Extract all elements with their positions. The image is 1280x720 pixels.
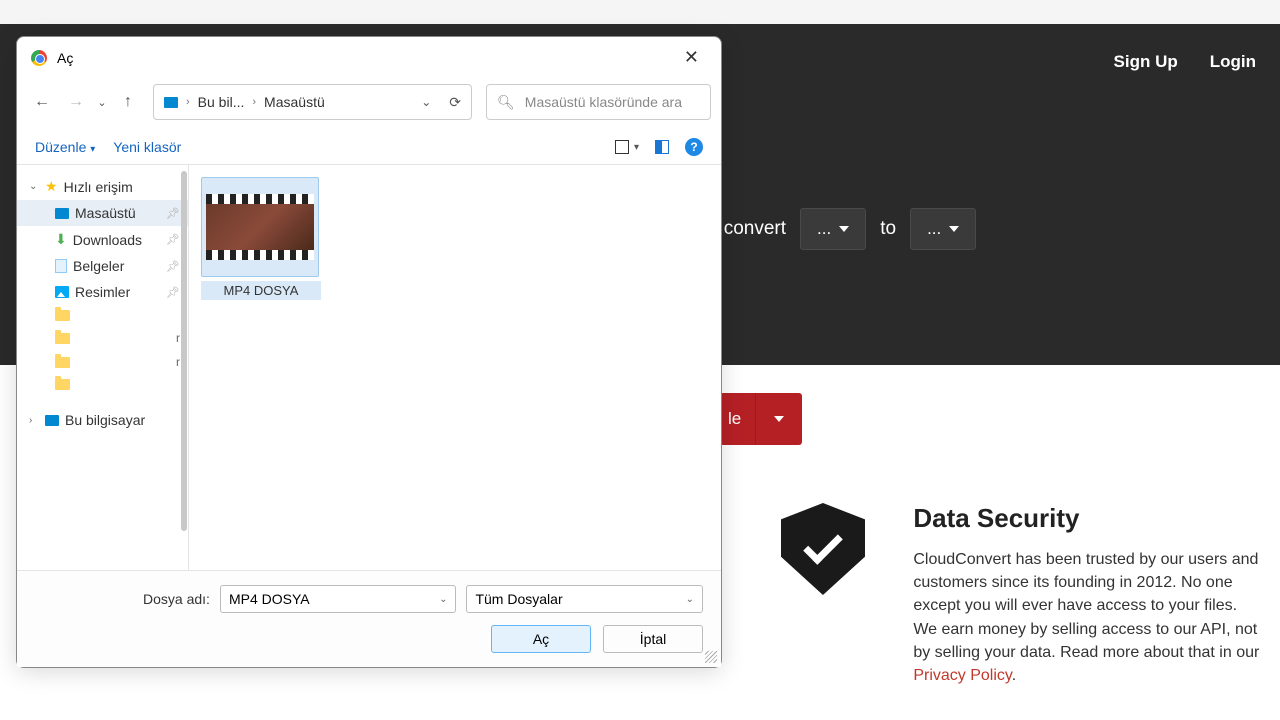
- privacy-link[interactable]: Privacy Policy: [913, 667, 1011, 684]
- chevron-down-icon[interactable]: ⌄: [421, 95, 431, 109]
- pin-icon: 📌︎: [166, 207, 180, 220]
- shield-icon: [781, 503, 866, 595]
- breadcrumb-sep: ›: [252, 96, 256, 108]
- refresh-button[interactable]: ⟳: [449, 94, 461, 111]
- close-button[interactable]: ✕: [676, 45, 707, 70]
- security-period: .: [1012, 667, 1016, 684]
- download-icon: ⬇: [55, 231, 67, 248]
- sidebar-documents[interactable]: Belgeler 📌︎: [17, 253, 188, 279]
- folder-icon: [55, 310, 70, 321]
- search-input[interactable]: 🔍︎ Masaüstü klasöründe ara: [486, 84, 711, 120]
- file-item[interactable]: MP4 DOSYA: [201, 177, 321, 300]
- sidebar-item-label: Hızlı erişim: [64, 179, 133, 195]
- sidebar-item-label: Downloads: [73, 232, 142, 248]
- convert-from-value: ...: [817, 219, 831, 239]
- star-icon: ★: [45, 178, 58, 195]
- back-button[interactable]: ←: [27, 87, 57, 117]
- organize-menu[interactable]: Düzenle ▾: [35, 139, 95, 155]
- forward-button[interactable]: →: [61, 87, 91, 117]
- file-list[interactable]: MP4 DOSYA: [189, 165, 721, 570]
- sidebar: ⌄ ★ Hızlı erişim Masaüstü 📌︎ ⬇ Downloads…: [17, 165, 189, 570]
- folder-icon: [55, 379, 70, 390]
- view-toggle[interactable]: ▾: [615, 140, 639, 154]
- search-icon: 🔍︎: [497, 94, 515, 111]
- security-title: Data Security: [913, 503, 1260, 534]
- sidebar-folder[interactable]: r: [17, 350, 188, 374]
- security-text: CloudConvert has been trusted by our use…: [913, 551, 1259, 661]
- check-icon: [803, 525, 843, 565]
- dialog-title: Aç: [57, 50, 73, 66]
- file-open-dialog: Aç ✕ ← → ⌄ ↑ › Bu bil... › Masaüstü ⌄ ⟳ …: [16, 36, 722, 668]
- filter-value: Tüm Dosyalar: [475, 591, 562, 607]
- sidebar-item-label: Belgeler: [73, 258, 124, 274]
- up-button[interactable]: ↑: [113, 87, 143, 117]
- sidebar-item-label: Bu bilgisayar: [65, 412, 145, 428]
- select-file-button[interactable]: le: [720, 393, 755, 445]
- select-file-dropdown[interactable]: [755, 393, 802, 445]
- convert-to-dropdown[interactable]: ...: [910, 208, 976, 250]
- convert-label: convert: [724, 218, 786, 240]
- sidebar-item-label: Resimler: [75, 284, 130, 300]
- sidebar-desktop[interactable]: Masaüstü 📌︎: [17, 200, 188, 226]
- filename-input[interactable]: MP4 DOSYA ⌄: [220, 585, 457, 613]
- sidebar-folder[interactable]: [17, 305, 188, 326]
- convert-to-value: ...: [927, 219, 941, 239]
- breadcrumb-sep: ›: [186, 96, 190, 108]
- login-link[interactable]: Login: [1210, 52, 1256, 72]
- pin-icon: 📌︎: [166, 286, 180, 299]
- sidebar-this-pc[interactable]: › Bu bilgisayar: [17, 407, 188, 433]
- pin-icon: 📌︎: [166, 260, 180, 273]
- chevron-down-icon: [949, 226, 959, 232]
- sidebar-folder[interactable]: [17, 374, 188, 395]
- breadcrumb-root[interactable]: Bu bil...: [198, 94, 245, 110]
- help-button[interactable]: ?: [685, 138, 703, 156]
- chevron-down-icon: ⌄: [439, 594, 447, 605]
- breadcrumb-current[interactable]: Masaüstü: [264, 94, 325, 110]
- open-button[interactable]: Aç: [491, 625, 591, 653]
- sidebar-folder[interactable]: r: [17, 326, 188, 350]
- chevron-down-icon: [774, 416, 784, 422]
- address-bar[interactable]: › Bu bil... › Masaüstü ⌄ ⟳: [153, 84, 472, 120]
- sidebar-downloads[interactable]: ⬇ Downloads 📌︎: [17, 226, 188, 253]
- sidebar-item-label: Masaüstü: [75, 205, 136, 221]
- chevron-right-icon[interactable]: ›: [29, 415, 39, 426]
- desktop-icon: [164, 97, 178, 108]
- chevron-down-icon[interactable]: ⌄: [29, 181, 39, 192]
- file-name: MP4 DOSYA: [201, 281, 321, 300]
- cancel-button[interactable]: İptal: [603, 625, 703, 653]
- filename-value: MP4 DOSYA: [229, 591, 310, 607]
- pictures-icon: [55, 286, 69, 298]
- document-icon: [55, 259, 67, 273]
- sidebar-pictures[interactable]: Resimler 📌︎: [17, 279, 188, 305]
- folder-icon: [55, 357, 70, 368]
- video-icon: [206, 194, 314, 260]
- new-folder-button[interactable]: Yeni klasör: [113, 139, 181, 155]
- chevron-down-icon: [839, 226, 849, 232]
- file-thumbnail: [201, 177, 319, 277]
- sidebar-quick-access[interactable]: ⌄ ★ Hızlı erişim: [17, 173, 188, 200]
- desktop-icon: [55, 208, 69, 219]
- signup-link[interactable]: Sign Up: [1114, 52, 1178, 72]
- convert-from-dropdown[interactable]: ...: [800, 208, 866, 250]
- filename-label: Dosya adı:: [143, 591, 210, 607]
- folder-icon: [55, 333, 70, 344]
- pc-icon: [45, 415, 59, 426]
- recent-button[interactable]: ⌄: [95, 87, 109, 117]
- scrollbar[interactable]: [181, 171, 187, 531]
- search-placeholder: Masaüstü klasöründe ara: [525, 94, 682, 110]
- convert-to-label: to: [880, 218, 896, 240]
- security-body: CloudConvert has been trusted by our use…: [913, 548, 1260, 687]
- preview-toggle[interactable]: [655, 140, 669, 154]
- browser-topbar: [0, 0, 1280, 24]
- pin-icon: 📌︎: [166, 233, 180, 246]
- file-type-filter[interactable]: Tüm Dosyalar ⌄: [466, 585, 703, 613]
- chrome-icon: [31, 50, 47, 66]
- resize-grip[interactable]: [705, 651, 717, 663]
- chevron-down-icon: ⌄: [686, 594, 694, 605]
